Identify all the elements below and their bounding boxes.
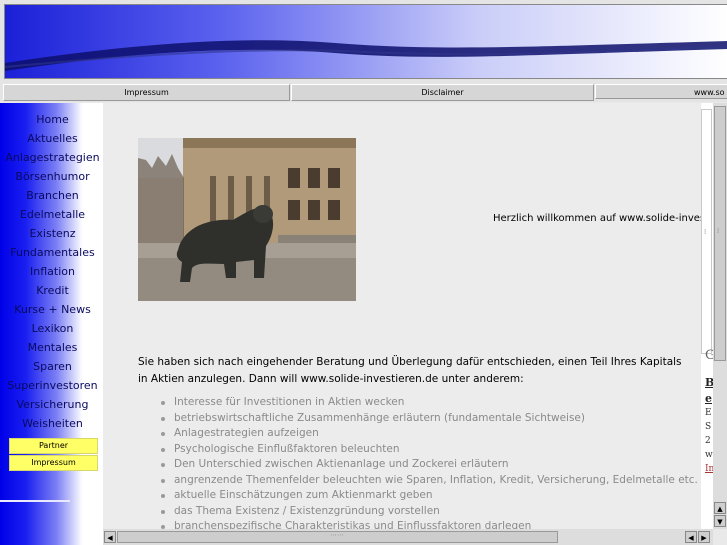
sidebar-item-superinvestoren[interactable]: Superinvestoren [0, 376, 103, 395]
partner-button[interactable]: Partner [9, 438, 98, 454]
sidebar: Home Aktuelles Anlagestrategien Börsenhu… [0, 103, 103, 545]
grip-icon: ⁞ [717, 227, 720, 235]
banner-image [4, 4, 727, 79]
sidebar-menu: Home Aktuelles Anlagestrategien Börsenhu… [0, 103, 103, 433]
sidebar-item-inflation[interactable]: Inflation [0, 262, 103, 281]
arrow-up-icon[interactable]: ▲ [714, 502, 726, 514]
wave-graphic [5, 40, 727, 71]
arrow-left-icon[interactable]: ◀ [685, 531, 697, 543]
sidebar-item-kurse-news[interactable]: Kurse + News [0, 300, 103, 319]
sidebar-item-anlagestrategien[interactable]: Anlagestrategien [0, 148, 103, 167]
impressum-link[interactable]: Impressum [3, 84, 290, 101]
list-item: Psychologische Einflußfaktoren beleuchte… [161, 442, 698, 458]
arrow-right-icon[interactable]: ▶ [698, 531, 710, 543]
sidebar-item-fundamentales[interactable]: Fundamentales [0, 243, 103, 262]
disclaimer-link[interactable]: Disclaimer [291, 84, 594, 101]
inner-scroll-thumb[interactable]: ⁞ [701, 109, 712, 354]
intro-paragraph: Sie haben sich nach eingehender Beratung… [138, 356, 682, 385]
list-item: branchenspezifische Charakteristikas und… [161, 519, 698, 529]
arrow-down-icon[interactable]: ▼ [714, 515, 726, 527]
sidebar-item-existenz[interactable]: Existenz [0, 224, 103, 243]
banner [0, 0, 727, 82]
sidebar-item-weisheiten[interactable]: Weisheiten [0, 414, 103, 433]
sidebar-item-sparen[interactable]: Sparen [0, 357, 103, 376]
sidebar-item-boersenhumor[interactable]: Börsenhumor [0, 167, 103, 186]
grip-icon: ⋯⋯ [330, 531, 344, 539]
sidebar-item-lexikon[interactable]: Lexikon [0, 319, 103, 338]
list-item: Interesse für Investitionen in Aktien we… [161, 395, 698, 411]
right-pane-text: 2 [705, 436, 711, 446]
list-item: Anlagestrategien aufzeigen [161, 426, 698, 442]
website-link[interactable]: www.so [595, 84, 727, 99]
sidebar-item-kredit[interactable]: Kredit [0, 281, 103, 300]
right-pane-title-line[interactable]: e [705, 392, 712, 405]
sidebar-item-aktuelles[interactable]: Aktuelles [0, 129, 103, 148]
sidebar-item-mentales[interactable]: Mentales [0, 338, 103, 357]
horizontal-scrollbar[interactable]: ◀ ⋯⋯ ◀ ▶ [103, 529, 713, 545]
top-navigation: Impressum Disclaimer www.so [0, 82, 727, 102]
bull-bear-statue-photo [138, 138, 356, 301]
sidebar-item-branchen[interactable]: Branchen [0, 186, 103, 205]
list-item: Den Unterschied zwischen Aktienanlage un… [161, 457, 698, 473]
vertical-scroll-thumb[interactable]: ⁞ [714, 106, 726, 361]
right-pane-text: E [705, 408, 712, 418]
welcome-text: Herzlich willkommen auf www.solide-inves… [493, 213, 701, 224]
main-content: Herzlich willkommen auf www.solide-inves… [103, 103, 701, 529]
grip-icon: ⁞ [704, 228, 707, 236]
list-item: das Thema Existenz / Existenzgründung vo… [161, 504, 698, 520]
goals-list: Interesse für Investitionen in Aktien we… [138, 395, 698, 529]
right-pane-text: w [705, 450, 713, 460]
right-pane-text: S [705, 422, 712, 432]
sidebar-divider [0, 500, 70, 502]
arrow-left-icon[interactable]: ◀ [104, 531, 116, 543]
impressum-button[interactable]: Impressum [9, 455, 98, 471]
list-item: angrenzende Themenfelder beleuchten wie … [161, 473, 698, 489]
vertical-scrollbar[interactable]: ⁞ ▲ ▼ [713, 103, 727, 529]
list-item: aktuelle Einschätzungen zum Aktienmarkt … [161, 488, 698, 504]
sidebar-item-home[interactable]: Home [0, 110, 103, 129]
sidebar-item-versicherung[interactable]: Versicherung [0, 395, 103, 414]
horizontal-scroll-thumb[interactable]: ⋯⋯ [117, 531, 558, 543]
list-item: betriebswirtschaftliche Zusammenhänge er… [161, 411, 698, 427]
sidebar-item-edelmetalle[interactable]: Edelmetalle [0, 205, 103, 224]
